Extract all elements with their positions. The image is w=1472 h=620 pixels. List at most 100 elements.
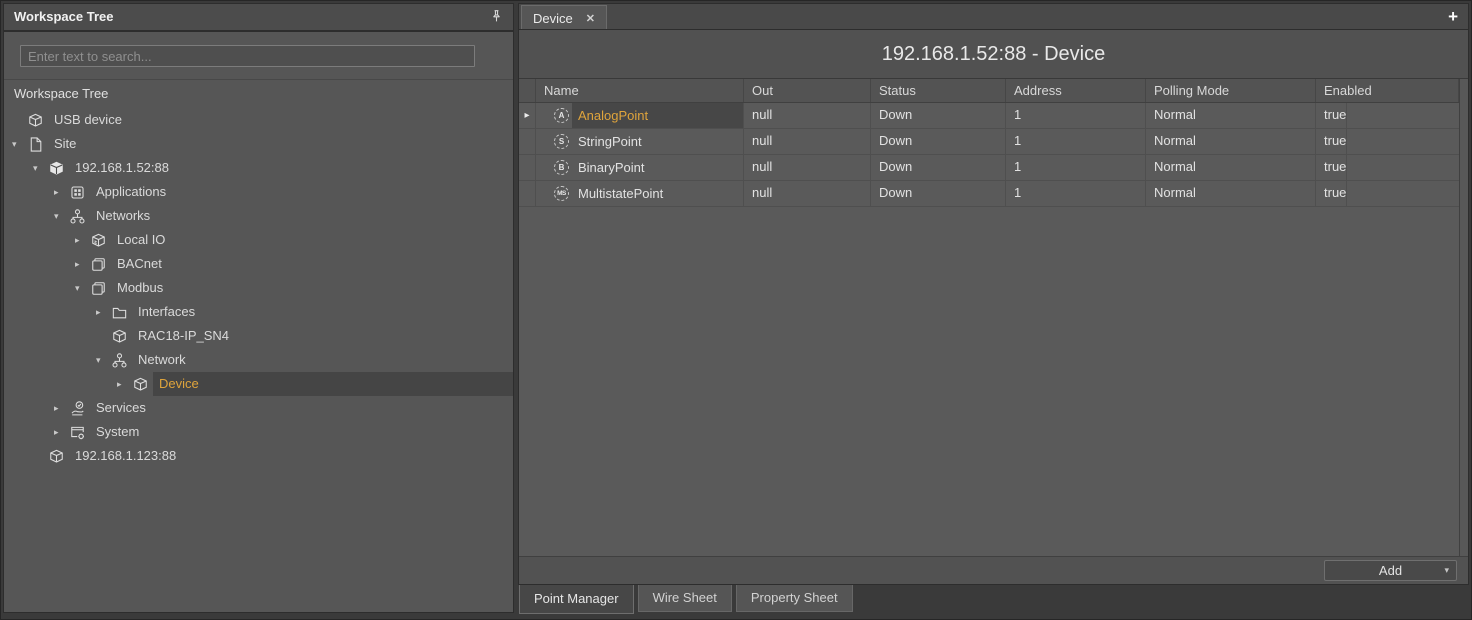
tree-item-rac18-ip-sn4[interactable]: RAC18-IP_SN4	[4, 324, 513, 348]
search-input[interactable]	[20, 45, 475, 67]
folder-icon	[111, 304, 128, 321]
out-cell: null	[744, 103, 871, 128]
tree-item-label: Local IO	[111, 228, 513, 252]
column-header-enabled[interactable]: Enabled	[1316, 79, 1459, 102]
document-tab-bar: Device ✕ +	[518, 3, 1469, 29]
tree-item-services[interactable]: ▸ Services	[4, 396, 513, 420]
points-table: NameOutStatusAddressPolling ModeEnabled …	[519, 79, 1460, 557]
out-cell: null	[744, 181, 871, 206]
tree-item-192-168-1-123-88[interactable]: 192.168.1.123:88	[4, 444, 513, 468]
cube-filled-icon	[48, 160, 65, 177]
address-cell: 1	[1006, 129, 1146, 154]
current-row-marker-icon[interactable]: ▸	[519, 103, 536, 128]
tree-item-label: 192.168.1.52:88	[69, 156, 513, 180]
collapse-arrow-icon[interactable]: ▾	[12, 139, 27, 150]
column-header-name[interactable]: Name	[536, 79, 744, 102]
tree-item-label: Networks	[90, 204, 513, 228]
tab-wire-sheet[interactable]: Wire Sheet	[638, 585, 732, 612]
table-row-analogpoint[interactable]: ▸AAnalogPointnullDown1Normaltrue	[519, 103, 1459, 129]
view-title: 192.168.1.52:88 - Device	[519, 30, 1468, 79]
add-tab-icon[interactable]: +	[1448, 4, 1458, 29]
enabled-cell: true	[1316, 155, 1347, 180]
tree-item-label: System	[90, 420, 513, 444]
tree-item-modbus[interactable]: ▾ Modbus	[4, 276, 513, 300]
tree-item-192-168-1-52-88[interactable]: ▾ 192.168.1.52:88	[4, 156, 513, 180]
tree-item-networks[interactable]: ▾ Networks	[4, 204, 513, 228]
name-cell: BBinaryPoint	[536, 155, 744, 180]
name-cell: SStringPoint	[536, 129, 744, 154]
tree-item-label: Device	[153, 372, 513, 396]
table-footer: Add ▾	[519, 556, 1468, 584]
table-row-binarypoint[interactable]: BBinaryPointnullDown1Normaltrue	[519, 155, 1459, 181]
collapse-arrow-icon[interactable]: ▾	[75, 283, 90, 294]
cube-icon	[27, 112, 44, 129]
expand-arrow-icon[interactable]: ▸	[54, 427, 69, 438]
enabled-cell: true	[1316, 129, 1347, 154]
row-selector-cell[interactable]	[519, 181, 536, 206]
polling-mode-cell: Normal	[1146, 103, 1316, 128]
tree-item-label: Services	[90, 396, 513, 420]
stack-icon	[90, 256, 107, 273]
point-name-label: StringPoint	[572, 129, 743, 154]
address-cell: 1	[1006, 181, 1146, 206]
add-button[interactable]: Add ▾	[1324, 560, 1457, 581]
tree-item-usb-device[interactable]: USB device	[4, 108, 513, 132]
expand-arrow-icon[interactable]: ▸	[96, 307, 111, 318]
expand-arrow-icon[interactable]: ▸	[75, 259, 90, 270]
collapse-arrow-icon[interactable]: ▾	[33, 163, 48, 174]
column-header-address[interactable]: Address	[1006, 79, 1146, 102]
name-cell: MSMultistatePoint	[536, 181, 744, 206]
device-view-panel: 192.168.1.52:88 - Device NameOutStatusAd…	[518, 29, 1469, 585]
status-cell: Down	[871, 155, 1006, 180]
table-row-multistatepoint[interactable]: MSMultistatePointnullDown1Normaltrue	[519, 181, 1459, 207]
address-cell: 1	[1006, 103, 1146, 128]
workspace-tree: USB device▾Site▾192.168.1.52:88▸Applicat…	[4, 108, 513, 468]
points-table-body: ▸AAnalogPointnullDown1NormaltrueSStringP…	[519, 103, 1459, 207]
tree-item-device[interactable]: ▸ Device	[4, 372, 513, 396]
tree-item-label: BACnet	[111, 252, 513, 276]
workspace-tree-title: Workspace Tree	[14, 9, 113, 24]
tab-property-sheet[interactable]: Property Sheet	[736, 585, 853, 612]
analog-point-icon: A	[554, 108, 569, 123]
polling-mode-cell: Normal	[1146, 181, 1316, 206]
tree-item-applications[interactable]: ▸Applications	[4, 180, 513, 204]
io-cube-icon	[90, 232, 107, 249]
system-icon	[69, 424, 86, 441]
row-selector-cell[interactable]	[519, 155, 536, 180]
string-point-icon: S	[554, 134, 569, 149]
column-header-out[interactable]: Out	[744, 79, 871, 102]
tree-item-label: USB device	[48, 108, 513, 132]
view-tab-bar: Point Manager Wire Sheet Property Sheet	[518, 585, 1469, 619]
tree-item-label: Network	[132, 348, 513, 372]
column-header-status[interactable]: Status	[871, 79, 1006, 102]
stack-icon	[90, 280, 107, 297]
table-row-stringpoint[interactable]: SStringPointnullDown1Normaltrue	[519, 129, 1459, 155]
collapse-arrow-icon[interactable]: ▾	[96, 355, 111, 366]
workspace-tree-header: Workspace Tree	[4, 4, 513, 32]
binary-point-icon: B	[554, 160, 569, 175]
column-header-polling-mode[interactable]: Polling Mode	[1146, 79, 1316, 102]
expand-arrow-icon[interactable]: ▸	[54, 403, 69, 414]
cube-icon	[132, 376, 149, 393]
tab-point-manager[interactable]: Point Manager	[519, 585, 634, 614]
tree-item-local-io[interactable]: ▸ Local IO	[4, 228, 513, 252]
tree-item-interfaces[interactable]: ▸Interfaces	[4, 300, 513, 324]
tree-item-label: Site	[48, 132, 513, 156]
tree-item-network[interactable]: ▾ Network	[4, 348, 513, 372]
close-icon[interactable]: ✕	[586, 12, 595, 25]
tree-section-label: Workspace Tree	[4, 79, 513, 105]
tree-item-bacnet[interactable]: ▸ BACnet	[4, 252, 513, 276]
tab-device[interactable]: Device ✕	[521, 5, 607, 30]
collapse-arrow-icon[interactable]: ▾	[54, 211, 69, 222]
expand-arrow-icon[interactable]: ▸	[54, 187, 69, 198]
tab-device-label: Device	[533, 11, 573, 26]
tree-item-label: Modbus	[111, 276, 513, 300]
row-selector-cell[interactable]	[519, 129, 536, 154]
pin-icon[interactable]	[488, 8, 505, 25]
tree-item-system[interactable]: ▸ System	[4, 420, 513, 444]
chevron-down-icon[interactable]: ▾	[1444, 561, 1449, 580]
expand-arrow-icon[interactable]: ▸	[117, 379, 132, 390]
expand-arrow-icon[interactable]: ▸	[75, 235, 90, 246]
tree-item-site[interactable]: ▾ Site	[4, 132, 513, 156]
add-button-label: Add	[1379, 563, 1402, 578]
